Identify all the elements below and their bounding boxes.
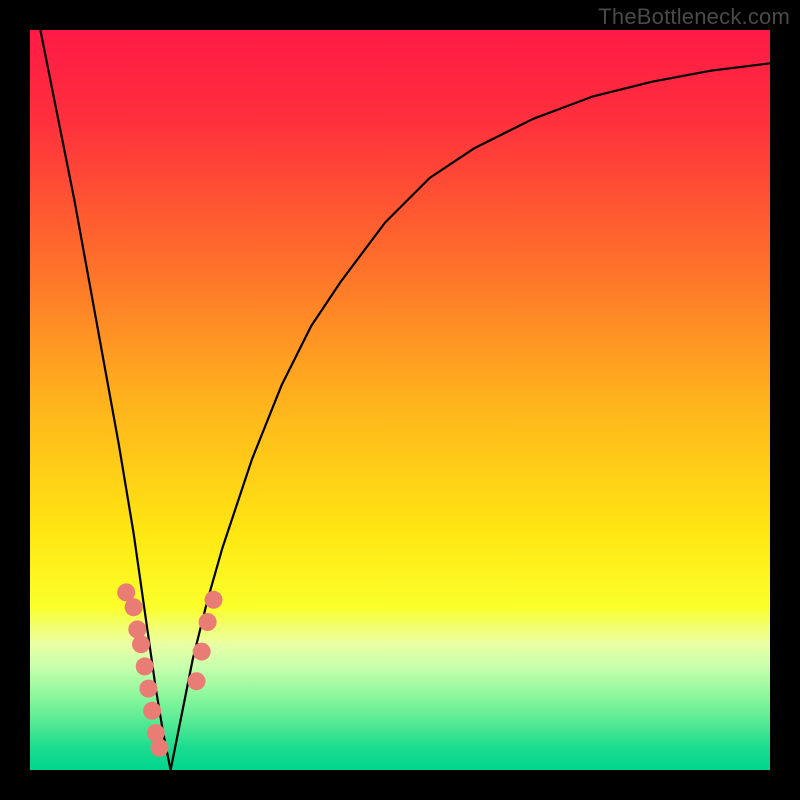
chart-frame: TheBottleneck.com [0,0,800,800]
bottleneck-chart [30,30,770,770]
watermark-label: TheBottleneck.com [598,4,790,30]
plot-area [30,30,770,770]
